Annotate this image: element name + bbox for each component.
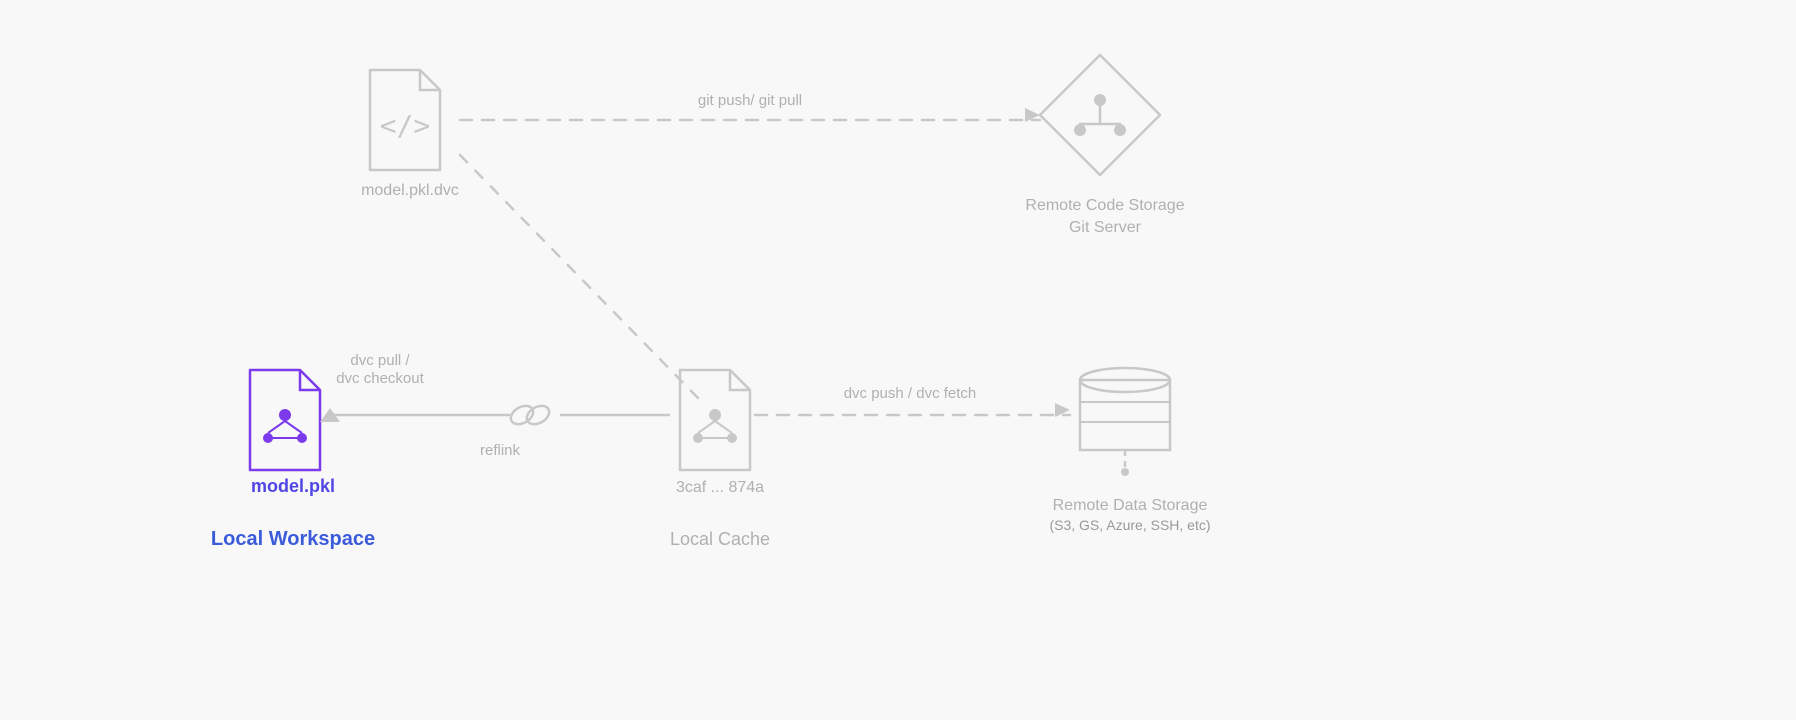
dvc-file-label: model.pkl.dvc xyxy=(361,182,459,199)
diagram-container: </> model.pkl.dvc Remote Code Storage Gi… xyxy=(0,0,1796,720)
local-workspace-label: Local Workspace xyxy=(211,528,375,550)
model-pkl-icon xyxy=(250,370,320,470)
model-pkl-label: model.pkl xyxy=(251,476,335,496)
dvc-pull-label: dvc pull / xyxy=(350,352,410,369)
remote-data-label1: Remote Data Storage xyxy=(1053,497,1208,514)
dvc-checkout-label: dvc checkout xyxy=(336,370,424,387)
git-push-pull-label: git push/ git pull xyxy=(698,92,802,109)
git-server-icon xyxy=(1040,55,1160,175)
local-cache-hash-label: 3caf ... 874a xyxy=(676,479,764,496)
dvc-push-fetch-label: dvc push / dvc fetch xyxy=(844,385,977,402)
git-server-label1: Remote Code Storage xyxy=(1025,197,1184,214)
local-cache-icon xyxy=(680,370,750,470)
local-cache-label: Local Cache xyxy=(670,529,770,549)
git-server-label2: Git Server xyxy=(1069,219,1142,236)
svg-text:</>: </> xyxy=(380,109,431,142)
dvc-file-icon: </> xyxy=(370,70,440,170)
reflink-label: reflink xyxy=(480,442,521,459)
chain-link-icon xyxy=(508,402,553,428)
remote-data-icon xyxy=(1080,368,1170,476)
remote-data-label2: (S3, GS, Azure, SSH, etc) xyxy=(1049,517,1210,533)
